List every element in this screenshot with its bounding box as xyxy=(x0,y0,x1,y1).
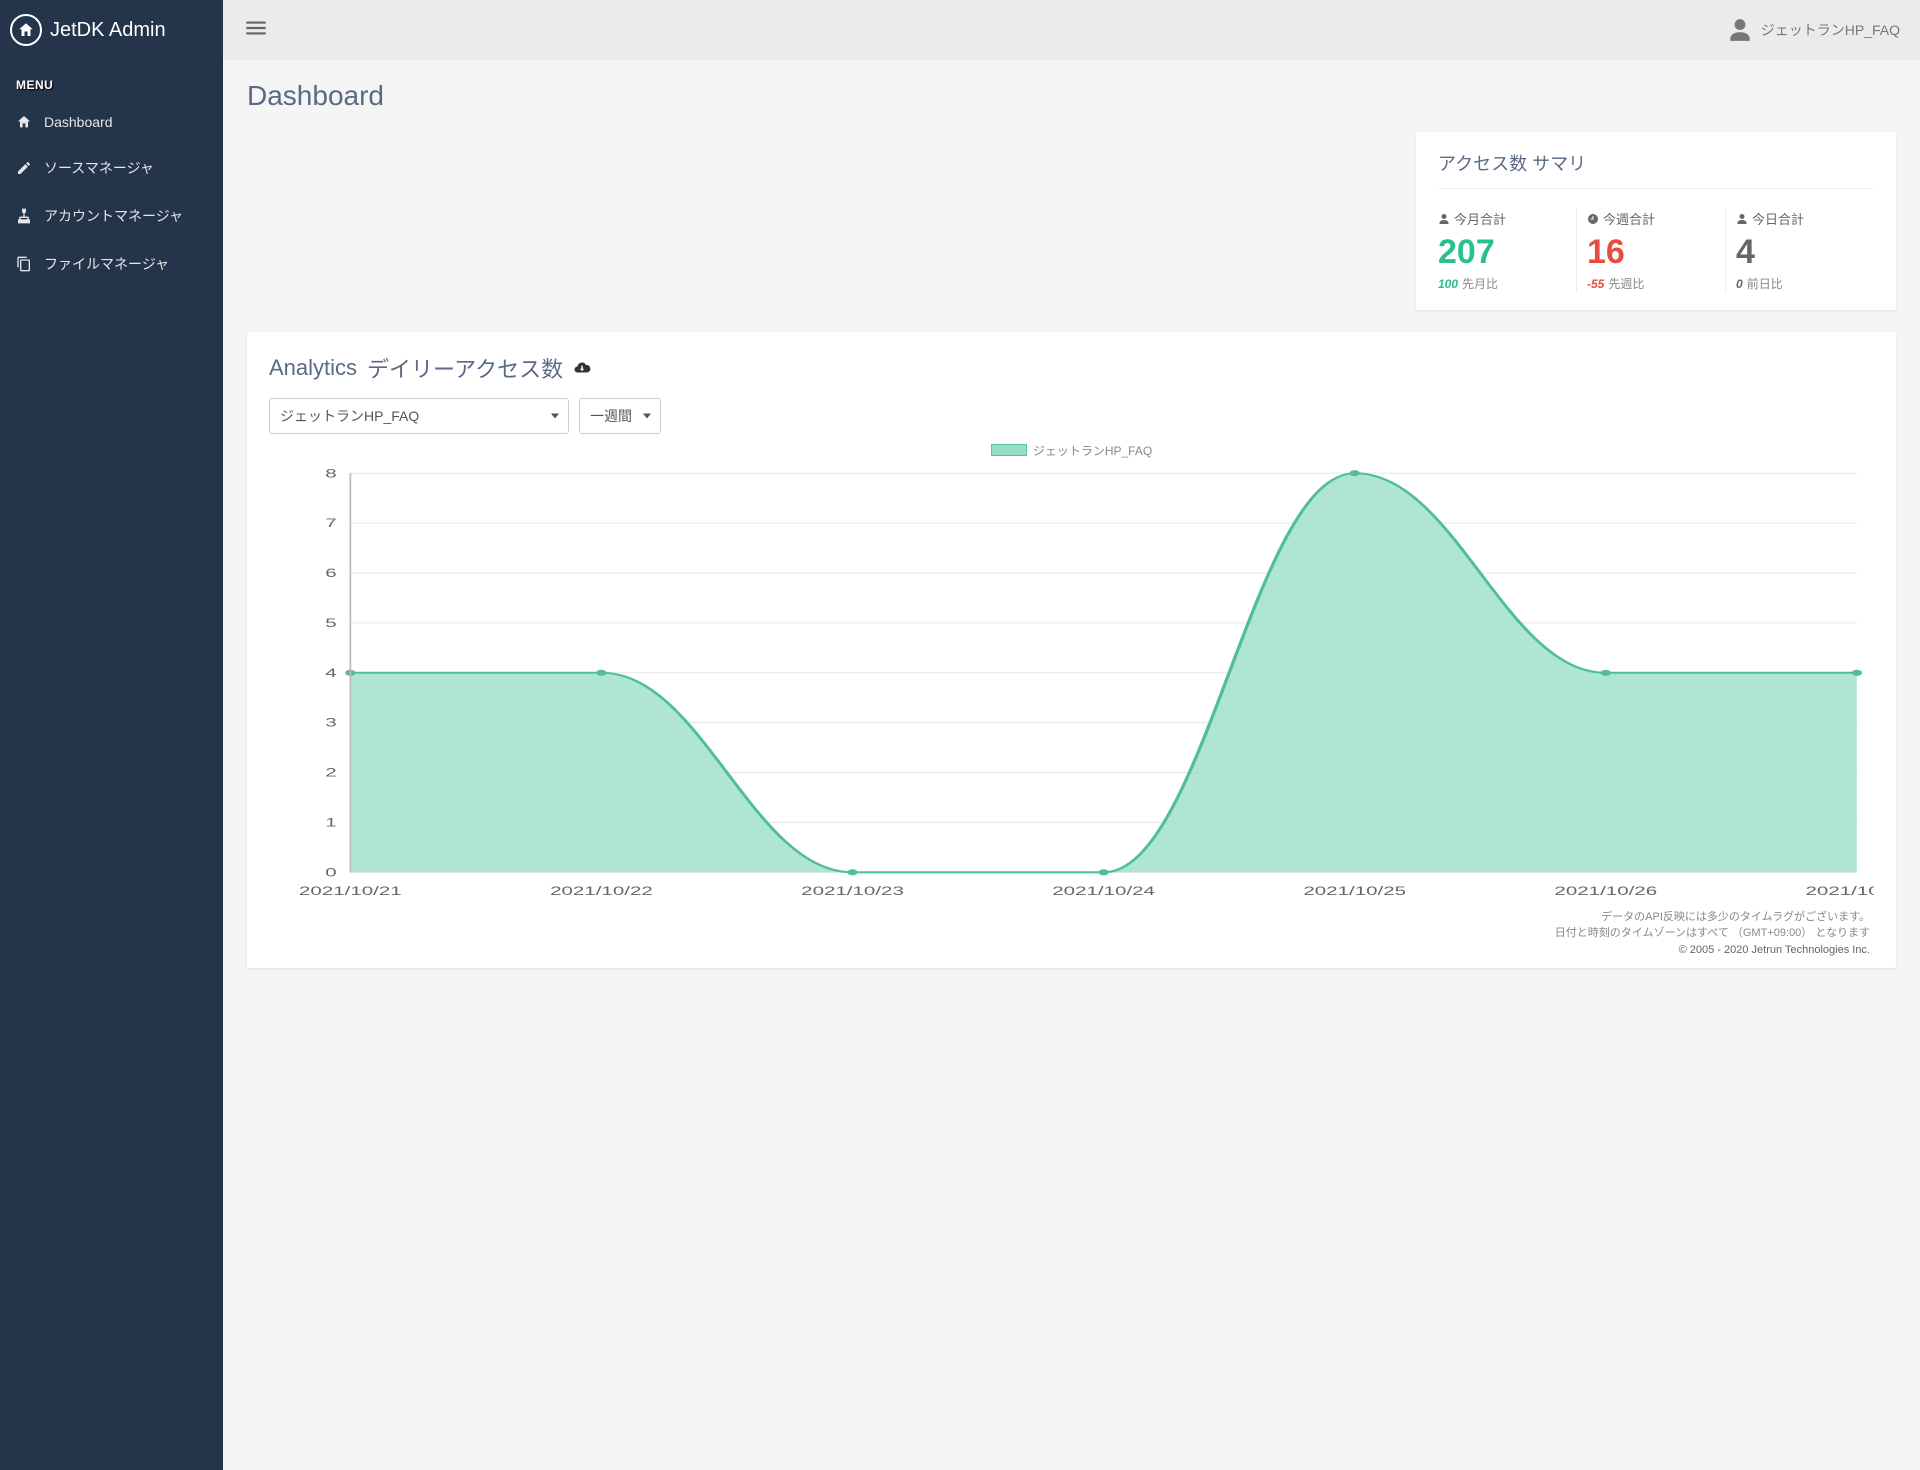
brand-title: JetDK Admin xyxy=(50,19,166,42)
legend-swatch xyxy=(991,444,1027,456)
footer-line-1: データのAPI反映には多少のタイムラグがございます。 xyxy=(269,909,1870,926)
svg-text:2021/10/22: 2021/10/22 xyxy=(550,884,653,898)
footer-copyright: © 2005 - 2020 Jetrun Technologies Inc. xyxy=(269,942,1870,959)
svg-text:2021/10/27: 2021/10/27 xyxy=(1806,884,1874,898)
copy-icon xyxy=(16,256,32,272)
chart-legend: ジェットランHP_FAQ xyxy=(269,442,1874,459)
stat-value: 16 xyxy=(1587,232,1715,273)
cloud-download-icon[interactable] xyxy=(573,359,591,377)
stat-label: 今月合計 xyxy=(1438,209,1566,228)
sidebar-item-dashboard[interactable]: Dashboard xyxy=(0,100,223,144)
footer-line-2: 日付と時刻のタイムゾーンはすべて （GMT+09:00） となります xyxy=(269,925,1870,942)
summary-title: アクセス数 サマリ xyxy=(1438,150,1874,189)
svg-text:0: 0 xyxy=(325,865,336,879)
sidebar-item-label: ファイルマネージャ xyxy=(44,254,169,274)
source-select[interactable]: ジェットランHP_FAQ xyxy=(269,398,569,434)
stat-delta: -55先週比 xyxy=(1587,275,1715,292)
svg-text:1: 1 xyxy=(325,815,336,829)
svg-text:2021/10/26: 2021/10/26 xyxy=(1554,884,1657,898)
stat-delta: 0前日比 xyxy=(1736,275,1864,292)
user-menu[interactable]: ジェットランHP_FAQ xyxy=(1727,17,1900,43)
topbar: ジェットランHP_FAQ xyxy=(223,0,1920,60)
home-icon xyxy=(10,14,42,46)
page-title: Dashboard xyxy=(247,80,1896,112)
footer-notes: データのAPI反映には多少のタイムラグがございます。 日付と時刻のタイムゾーンは… xyxy=(269,909,1874,959)
menu-heading: MENU xyxy=(0,60,223,100)
svg-text:2021/10/24: 2021/10/24 xyxy=(1052,884,1155,898)
user-name: ジェットランHP_FAQ xyxy=(1761,20,1900,40)
analytics-title: Analytics デイリーアクセス数 xyxy=(269,352,1874,384)
legend-label: ジェットランHP_FAQ xyxy=(1033,442,1152,459)
svg-text:2021/10/23: 2021/10/23 xyxy=(801,884,904,898)
stat-label: 今週合計 xyxy=(1587,209,1715,228)
sidebar: JetDK Admin MENU Dashboard ソースマネージャ アカウン… xyxy=(0,0,223,1470)
stat-value: 4 xyxy=(1736,232,1864,273)
analytics-heading: Analytics xyxy=(269,355,357,381)
range-select-value: 一週間 xyxy=(579,398,661,434)
analytics-subheading: デイリーアクセス数 xyxy=(367,352,563,384)
brand[interactable]: JetDK Admin xyxy=(0,0,223,60)
sitemap-icon xyxy=(16,208,32,224)
summary-stat: 今週合計 16 -55先週比 xyxy=(1577,209,1726,292)
stat-delta: 100先月比 xyxy=(1438,275,1566,292)
source-select-value: ジェットランHP_FAQ xyxy=(269,398,569,434)
sidebar-item-label: アカウントマネージャ xyxy=(44,206,183,226)
svg-text:6: 6 xyxy=(325,566,336,580)
stat-label: 今日合計 xyxy=(1736,209,1864,228)
user-icon xyxy=(1727,17,1753,43)
chart: 0 1 2 3 4 5 6 7 8 2021/10/21 2021/10/22 2021/10/23 2… xyxy=(269,463,1874,903)
range-select[interactable]: 一週間 xyxy=(579,398,661,434)
svg-text:3: 3 xyxy=(325,716,336,730)
menu-toggle-button[interactable] xyxy=(243,15,269,46)
edit-icon xyxy=(16,160,32,176)
svg-text:2021/10/21: 2021/10/21 xyxy=(299,884,402,898)
sidebar-item-label: Dashboard xyxy=(44,114,113,130)
summary-card: アクセス数 サマリ 今月合計 207 100先月比 今週合計 16 -55先週比 今日合計 4… xyxy=(1416,132,1896,310)
svg-text:4: 4 xyxy=(325,666,336,680)
sidebar-item-file-manager[interactable]: ファイルマネージャ xyxy=(0,240,223,288)
sidebar-item-source-manager[interactable]: ソースマネージャ xyxy=(0,144,223,192)
stat-value: 207 xyxy=(1438,232,1566,273)
svg-text:5: 5 xyxy=(325,616,336,630)
analytics-card: Analytics デイリーアクセス数 ジェットランHP_FAQ 一週間 ジェッ… xyxy=(247,332,1896,969)
svg-text:2: 2 xyxy=(325,766,336,780)
summary-stat: 今日合計 4 0前日比 xyxy=(1726,209,1874,292)
bars-icon xyxy=(243,15,269,41)
svg-text:8: 8 xyxy=(325,466,336,480)
home-icon xyxy=(16,114,32,130)
svg-text:2021/10/25: 2021/10/25 xyxy=(1303,884,1406,898)
sidebar-item-label: ソースマネージャ xyxy=(44,158,154,178)
summary-stat: 今月合計 207 100先月比 xyxy=(1438,209,1577,292)
svg-text:7: 7 xyxy=(325,516,336,530)
sidebar-item-account-manager[interactable]: アカウントマネージャ xyxy=(0,192,223,240)
